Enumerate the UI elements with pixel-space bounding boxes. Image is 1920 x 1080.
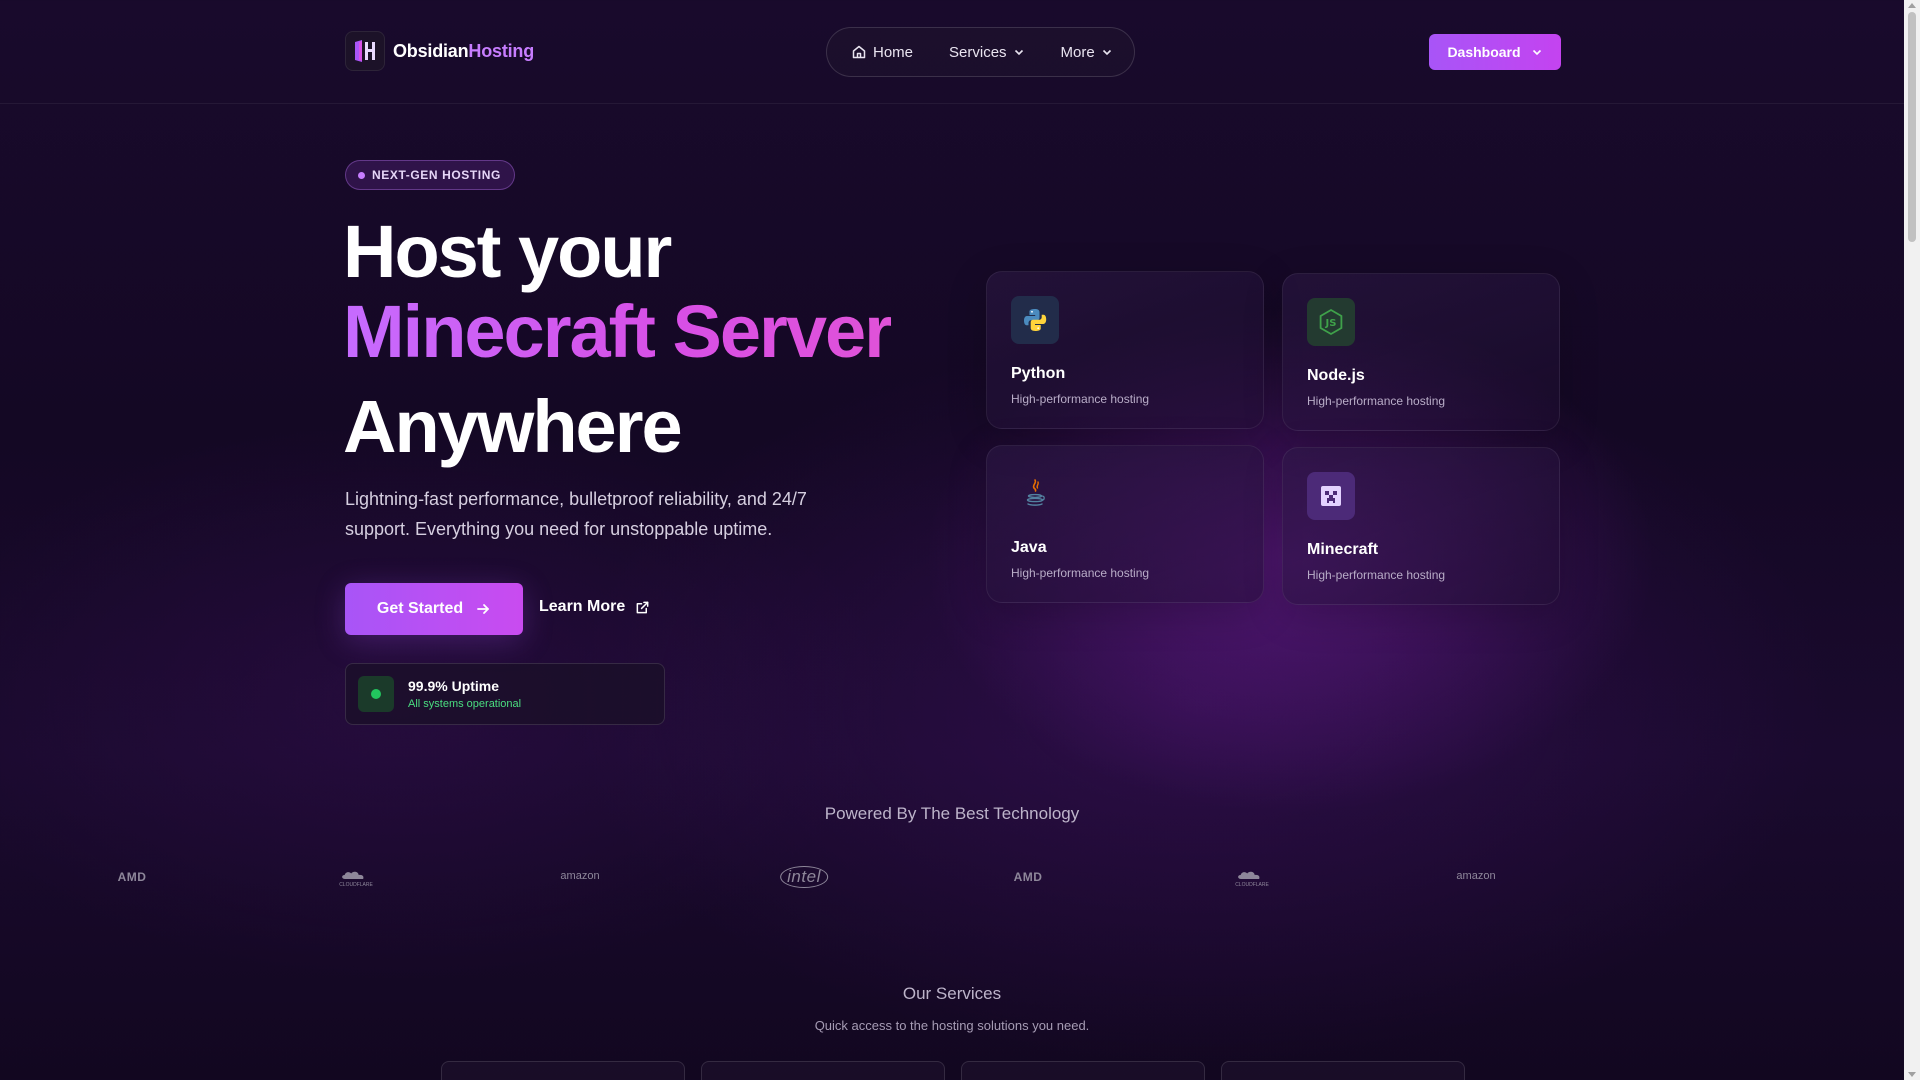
hero-title-line2: Minecraft Server bbox=[343, 290, 893, 373]
brand-logo-cloudflare: CLOUDFLARE bbox=[339, 870, 373, 888]
card-nodejs-title: Node.js bbox=[1307, 367, 1365, 384]
nav-more[interactable]: More bbox=[1061, 44, 1113, 61]
brand-logo-intel: intel bbox=[780, 866, 828, 888]
service-card[interactable] bbox=[961, 1061, 1205, 1080]
brand-logo-cloudflare-2: CLOUDFLARE bbox=[1235, 870, 1269, 888]
nodejs-icon: JS bbox=[1307, 298, 1355, 346]
python-icon bbox=[1011, 296, 1059, 344]
card-minecraft[interactable]: Minecraft High-performance hosting bbox=[1282, 447, 1560, 605]
brand-logo-amd-2: AMD bbox=[1013, 870, 1043, 884]
uptime-title: 99.9% Uptime bbox=[408, 678, 500, 694]
scrollbar-thumb[interactable] bbox=[1908, 12, 1916, 242]
card-python-title: Python bbox=[1011, 365, 1066, 382]
card-java-title: Java bbox=[1011, 539, 1047, 556]
chevron-down-icon bbox=[1102, 49, 1111, 56]
site-header: ObsidianHosting Home Services More Dashb… bbox=[0, 0, 1904, 104]
nav-more-label: More bbox=[1060, 43, 1095, 61]
services-subtitle: Quick access to the hosting solutions yo… bbox=[814, 1018, 1090, 1033]
learn-more-link[interactable]: Learn More bbox=[539, 598, 650, 616]
cloud-icon bbox=[1238, 871, 1260, 879]
card-java-desc: High-performance hosting bbox=[1011, 566, 1150, 580]
logo-text: ObsidianHosting bbox=[393, 41, 534, 62]
card-java[interactable]: Java High-performance hosting bbox=[986, 445, 1264, 603]
get-started-button[interactable]: Get Started bbox=[345, 583, 523, 635]
page-scrollbar[interactable] bbox=[1904, 0, 1920, 1080]
scroll-down-icon[interactable] bbox=[1908, 1072, 1916, 1077]
chevron-down-icon bbox=[1532, 49, 1541, 56]
learn-more-label: Learn More bbox=[539, 598, 626, 615]
external-link-icon bbox=[636, 601, 649, 613]
hero-title-line1: Host your bbox=[343, 210, 672, 293]
svg-text:JS: JS bbox=[1325, 318, 1337, 329]
nav-home-label: Home bbox=[873, 43, 914, 61]
logo-text-primary: Obsidian bbox=[393, 40, 469, 61]
card-python[interactable]: Python High-performance hosting bbox=[986, 271, 1264, 429]
service-card[interactable] bbox=[701, 1061, 945, 1080]
arrow-right-icon bbox=[477, 604, 490, 614]
hero-title-line3: Anywhere bbox=[343, 385, 683, 468]
powered-by-title: Powered By The Best Technology bbox=[824, 804, 1080, 823]
hero-badge: NEXT-GEN HOSTING bbox=[345, 160, 515, 190]
card-nodejs-desc: High-performance hosting bbox=[1307, 394, 1446, 408]
scroll-up-icon[interactable] bbox=[1908, 3, 1916, 8]
hero-badge-label: NEXT-GEN HOSTING bbox=[372, 168, 501, 182]
brand-logo-amazon: amazon bbox=[560, 870, 600, 882]
services-title: Our Services bbox=[902, 984, 1002, 1003]
card-minecraft-title: Minecraft bbox=[1307, 541, 1379, 558]
hero-subtitle: Lightning-fast performance, bulletproof … bbox=[345, 489, 807, 539]
service-card[interactable] bbox=[441, 1061, 685, 1080]
dashboard-label: Dashboard bbox=[1447, 44, 1521, 60]
card-python-desc: High-performance hosting bbox=[1011, 392, 1150, 406]
nav-home[interactable]: Home bbox=[851, 44, 913, 61]
badge-dot-icon bbox=[358, 171, 365, 179]
card-nodejs[interactable]: JS Node.js High-performance hosting bbox=[1282, 273, 1560, 431]
status-indicator-icon bbox=[358, 676, 394, 712]
nav-services-label: Services bbox=[949, 43, 1007, 61]
main-nav: Home Services More bbox=[826, 27, 1135, 77]
logo-text-accent: Hosting bbox=[468, 40, 535, 61]
brand-logo-amazon-2: amazon bbox=[1456, 870, 1496, 882]
brand-logo-amd: AMD bbox=[117, 870, 147, 884]
card-minecraft-desc: High-performance hosting bbox=[1307, 568, 1446, 582]
cloud-icon bbox=[342, 871, 364, 879]
chevron-down-icon bbox=[1014, 49, 1023, 56]
uptime-status-card: 99.9% Uptime All systems operational bbox=[345, 663, 665, 725]
dashboard-button[interactable]: Dashboard bbox=[1429, 34, 1561, 70]
uptime-subtitle: All systems operational bbox=[408, 698, 522, 710]
logo[interactable]: ObsidianHosting bbox=[345, 31, 534, 71]
minecraft-icon bbox=[1307, 472, 1355, 520]
get-started-label: Get Started bbox=[376, 600, 464, 617]
nav-services[interactable]: Services bbox=[949, 44, 1025, 61]
java-icon bbox=[1011, 470, 1059, 518]
service-card[interactable] bbox=[1221, 1061, 1465, 1080]
logo-icon bbox=[345, 31, 385, 71]
home-icon bbox=[852, 45, 866, 59]
